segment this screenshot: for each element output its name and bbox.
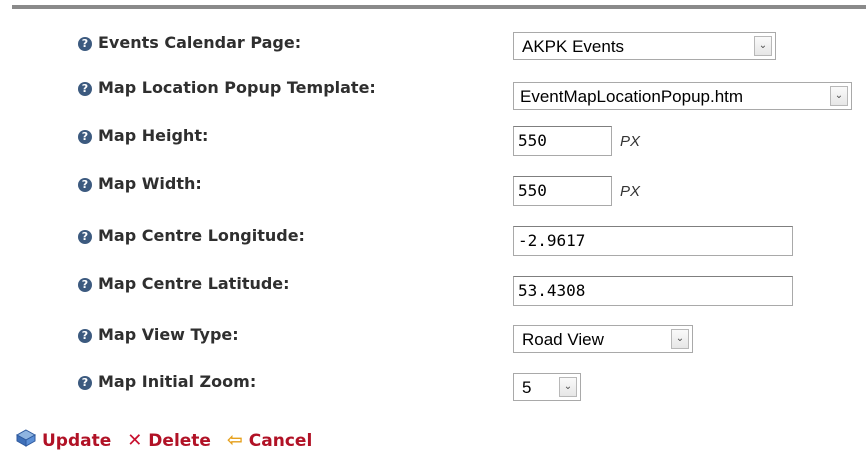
field-row-map-centre-longitude: ? Map Centre Longitude: -2.9617 (0, 225, 866, 265)
map-initial-zoom-select[interactable]: 5 ⌄ (513, 373, 581, 401)
field-label-map-location-popup-template: ? Map Location Popup Template: (78, 77, 376, 99)
save-disk-icon (16, 429, 36, 447)
field-row-map-view-type: ? Map View Type: Road View ⌄ (0, 324, 866, 364)
form-actions: Update ✕ Delete ⇦ Cancel (16, 429, 322, 459)
cancel-button[interactable]: ⇦ Cancel (227, 429, 312, 451)
help-icon[interactable]: ? (78, 82, 92, 96)
field-row-map-width: ? Map Width: 550 PX (0, 173, 866, 213)
delete-button[interactable]: ✕ Delete (127, 430, 211, 451)
help-icon[interactable]: ? (78, 178, 92, 192)
map-view-type-select[interactable]: Road View ⌄ (513, 325, 693, 353)
help-icon[interactable]: ? (78, 230, 92, 244)
map-height-unit: PX (620, 133, 641, 150)
map-location-popup-template-select[interactable]: EventMapLocationPopup.htm ⌄ (513, 82, 852, 110)
x-icon: ✕ (127, 430, 143, 451)
field-label-events-calendar-page: ? Events Calendar Page: (78, 32, 301, 54)
update-button[interactable]: Update (16, 429, 111, 451)
field-label-map-centre-longitude: ? Map Centre Longitude: (78, 225, 305, 247)
field-row-events-calendar-page: ? Events Calendar Page: AKPK Events ⌄ (0, 32, 866, 72)
field-label-map-view-type: ? Map View Type: (78, 324, 239, 346)
help-icon[interactable]: ? (78, 278, 92, 292)
map-width-input[interactable]: 550 (513, 176, 612, 206)
chevron-down-icon[interactable]: ⌄ (754, 36, 772, 56)
back-arrow-icon: ⇦ (226, 429, 243, 451)
field-row-map-location-popup-template: ? Map Location Popup Template: EventMapLo… (0, 77, 866, 117)
top-divider (12, 5, 866, 9)
map-width-unit: PX (620, 183, 641, 200)
map-centre-latitude-input[interactable]: 53.4308 (513, 276, 793, 306)
help-icon[interactable]: ? (78, 130, 92, 144)
map-height-input[interactable]: 550 (513, 126, 612, 156)
chevron-down-icon[interactable]: ⌄ (559, 377, 577, 397)
help-icon[interactable]: ? (78, 37, 92, 51)
field-label-map-centre-latitude: ? Map Centre Latitude: (78, 273, 290, 295)
help-icon[interactable]: ? (78, 329, 92, 343)
field-label-map-height: ? Map Height: (78, 125, 208, 147)
events-calendar-page-select[interactable]: AKPK Events ⌄ (513, 32, 776, 60)
field-row-map-height: ? Map Height: 550 PX (0, 125, 866, 165)
field-label-map-initial-zoom: ? Map Initial Zoom: (78, 371, 256, 393)
chevron-down-icon[interactable]: ⌄ (830, 86, 848, 106)
field-row-map-centre-latitude: ? Map Centre Latitude: 53.4308 (0, 273, 866, 313)
map-centre-longitude-input[interactable]: -2.9617 (513, 226, 793, 256)
field-label-map-width: ? Map Width: (78, 173, 202, 195)
help-icon[interactable]: ? (78, 376, 92, 390)
chevron-down-icon[interactable]: ⌄ (671, 329, 689, 349)
field-row-map-initial-zoom: ? Map Initial Zoom: 5 ⌄ (0, 371, 866, 411)
